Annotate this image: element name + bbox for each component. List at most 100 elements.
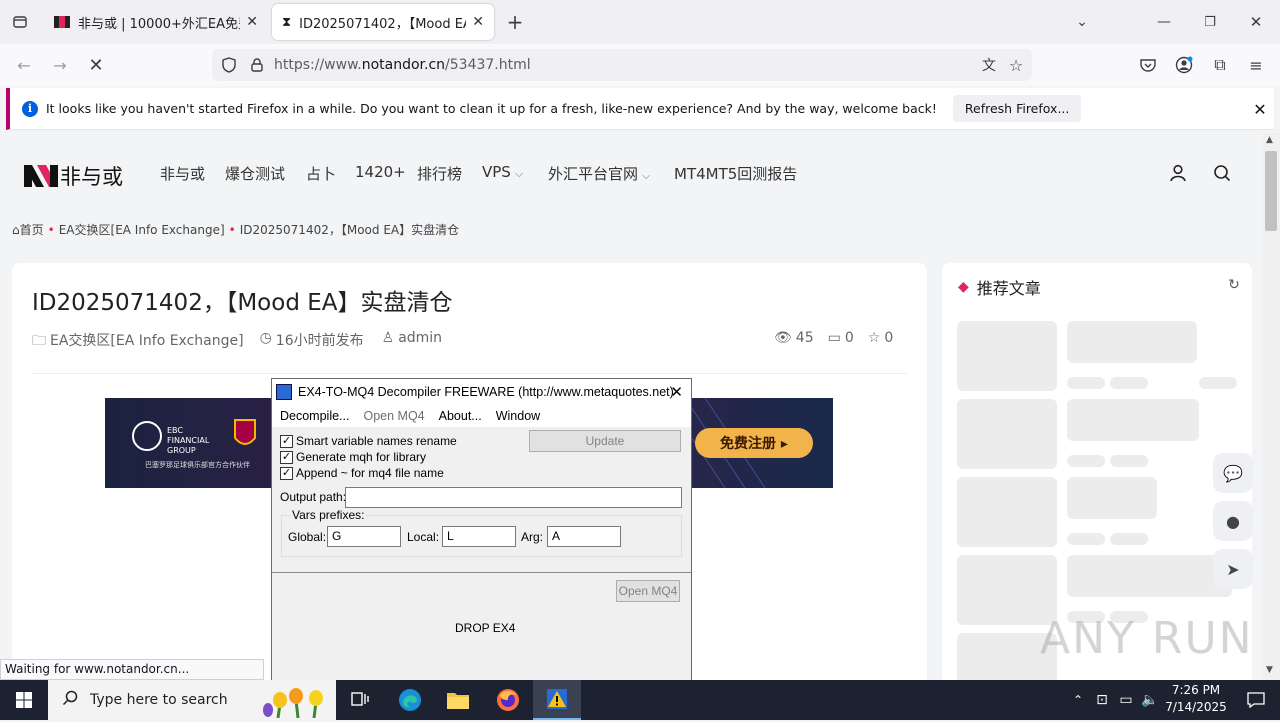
taskbar-clock[interactable]: 7:26 PM 7/14/2025: [1160, 682, 1232, 716]
windows-taskbar: Type here to search ⌃ ⊡ ▭ 🔈 7:26 PM 7/14…: [0, 680, 1280, 720]
refresh-icon[interactable]: ↻: [1222, 273, 1246, 297]
article-category[interactable]: EA交换区[EA Info Exchange]: [50, 330, 244, 354]
wechat-icon: 💬: [1223, 463, 1243, 483]
drop-ex4-text: DROP EX4: [455, 621, 516, 635]
task-view-icon[interactable]: [336, 680, 384, 720]
comment-count[interactable]: 0: [845, 330, 854, 346]
scrollbar-thumb[interactable]: [1265, 151, 1277, 231]
tab-notandor-home[interactable]: 非与或 | 10000+外汇EA免费下载 ✕: [44, 4, 268, 40]
nav-broker-label: 外汇平台官网: [548, 165, 639, 183]
tab-title: 非与或 | 10000+外汇EA免费下载: [78, 16, 240, 32]
stop-loading-icon[interactable]: ✕: [84, 53, 108, 77]
scroll-down-icon[interactable]: ▼: [1266, 665, 1273, 675]
close-window-icon[interactable]: ✕: [1244, 10, 1268, 34]
smart-rename-checkbox[interactable]: ✓ Smart variable names rename: [280, 434, 457, 448]
tab-article[interactable]: ⧗ ID2025071402，【Mood EA】实盘清仓 ✕: [272, 4, 494, 40]
file-explorer-icon[interactable]: [434, 680, 482, 720]
nav-item-1420[interactable]: 1420+: [355, 163, 406, 181]
wechat-share-button[interactable]: 💬: [1213, 453, 1253, 493]
skeleton-line: [1067, 555, 1232, 597]
nav-item-blowup-test[interactable]: 爆仓测试: [225, 163, 285, 184]
chevron-down-icon[interactable]: ⌄: [1070, 10, 1094, 34]
menu-window[interactable]: Window: [496, 409, 540, 423]
start-button[interactable]: [0, 680, 48, 720]
update-button[interactable]: Update: [529, 430, 681, 452]
send-button[interactable]: ➤: [1213, 549, 1253, 589]
article-stats: 👁 45 ▭ 0 ☆ 0: [774, 330, 893, 346]
dialog-close-icon[interactable]: ✕: [670, 383, 683, 401]
address-bar[interactable]: https://www.notandor.cn/53437.html 文 ☆: [212, 49, 1032, 81]
folder-icon: 🗀: [32, 333, 46, 349]
clock-date: 7/14/2025: [1165, 700, 1227, 714]
skeleton-chip: [1110, 533, 1148, 545]
dialog-titlebar[interactable]: EX4-TO-MQ4 Decompiler FREEWARE (http://w…: [272, 379, 691, 405]
chevron-down-icon: ⌵: [642, 169, 651, 182]
menu-open-mq4[interactable]: Open MQ4: [363, 409, 424, 423]
global-prefix-input[interactable]: G: [327, 526, 401, 547]
user-icon[interactable]: [1166, 161, 1190, 185]
checkmark-icon: ✓: [280, 466, 293, 480]
nav-item-backtest-reports[interactable]: MT4MT5回测报告: [674, 163, 797, 184]
register-button[interactable]: 免费注册 ▸: [695, 428, 813, 458]
nav-item-broker-sites[interactable]: 外汇平台官网 ⌵: [548, 163, 650, 184]
qq-share-button[interactable]: ●: [1213, 501, 1253, 541]
anyrun-watermark: ANY RUN: [1040, 613, 1254, 664]
volume-icon[interactable]: 🔈: [1138, 680, 1162, 720]
restore-icon[interactable]: ❐: [1198, 10, 1222, 34]
article-meta: 🗀 EA交换区[EA Info Exchange] ◷ 16小时前发布 ♙ admin: [32, 330, 442, 354]
decompiler-taskbar-app[interactable]: [533, 680, 581, 720]
output-path-input[interactable]: [345, 487, 682, 508]
ebc-brand: EBC FINANCIAL GROUP: [167, 426, 210, 455]
banner-caption: 巴塞罗那足球俱乐部官方合作伙伴: [145, 461, 250, 469]
generate-mqh-checkbox[interactable]: ✓ Generate mqh for library: [280, 450, 426, 464]
menu-about[interactable]: About...: [439, 409, 482, 423]
skeleton-chip: [1110, 377, 1148, 389]
network-icon[interactable]: ▭: [1114, 680, 1138, 720]
scroll-up-icon[interactable]: ▲: [1266, 135, 1273, 145]
article-author[interactable]: admin: [398, 330, 442, 354]
meet-now-icon[interactable]: ⊡: [1090, 680, 1114, 720]
menu-decompile[interactable]: Decompile...: [280, 409, 349, 423]
site-logo[interactable]: 非与或: [24, 161, 123, 191]
menu-icon[interactable]: ≡: [1244, 53, 1268, 77]
append-tilde-checkbox[interactable]: ✓ Append ~ for mq4 file name: [280, 466, 444, 480]
view-count: 45: [795, 330, 814, 346]
close-notification-icon[interactable]: ✕: [1248, 97, 1272, 121]
refresh-firefox-button[interactable]: Refresh Firefox...: [952, 95, 1082, 122]
back-icon[interactable]: ←: [12, 53, 36, 77]
bookmark-star-icon[interactable]: ☆: [1004, 53, 1028, 77]
tab-bar: 非与或 | 10000+外汇EA免费下载 ✕ ⧗ ID2025071402，【M…: [0, 0, 1280, 44]
breadcrumb-category[interactable]: EA交换区[EA Info Exchange]: [59, 223, 225, 237]
arg-prefix-input[interactable]: A: [547, 526, 621, 547]
nav-item-divination[interactable]: 占卜: [306, 163, 336, 184]
open-mq4-button[interactable]: Open MQ4: [616, 580, 680, 602]
account-icon[interactable]: [1172, 53, 1196, 77]
minimize-icon[interactable]: —: [1152, 10, 1176, 34]
page-scrollbar[interactable]: ▲ ▼: [1262, 133, 1280, 680]
tray-chevron-up-icon[interactable]: ⌃: [1066, 680, 1090, 720]
new-tab-icon[interactable]: +: [503, 10, 527, 34]
notifications-icon[interactable]: [1232, 680, 1280, 720]
tab-close-icon[interactable]: ✕: [246, 14, 258, 30]
local-prefix-input[interactable]: L: [442, 526, 516, 547]
extensions-icon[interactable]: ⧉: [1208, 53, 1232, 77]
breadcrumb-home[interactable]: 首页: [20, 223, 44, 237]
search-icon[interactable]: [1210, 161, 1234, 185]
forward-icon[interactable]: →: [48, 53, 72, 77]
edge-icon[interactable]: [386, 680, 434, 720]
url-path: /53437.html: [445, 57, 531, 73]
nav-item-vps[interactable]: VPS ⌵: [482, 163, 523, 181]
like-count[interactable]: 0: [884, 330, 893, 346]
drop-zone[interactable]: Open MQ4 DROP EX4: [272, 572, 691, 687]
tab-close-icon[interactable]: ✕: [472, 14, 484, 30]
nav-item-home[interactable]: 非与或: [160, 163, 205, 184]
pocket-icon[interactable]: [1136, 53, 1160, 77]
firefox-icon[interactable]: [484, 680, 532, 720]
shield-icon[interactable]: [212, 57, 246, 73]
qq-icon: ●: [1226, 511, 1240, 531]
tab-list-icon[interactable]: [8, 10, 32, 34]
taskbar-search[interactable]: Type here to search: [48, 680, 336, 720]
lock-icon[interactable]: [246, 58, 268, 72]
nav-item-ranking[interactable]: 排行榜: [417, 163, 462, 184]
translate-icon[interactable]: 文: [977, 53, 1001, 77]
